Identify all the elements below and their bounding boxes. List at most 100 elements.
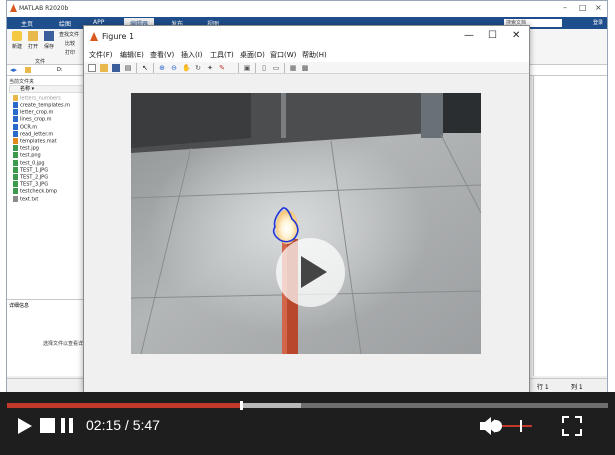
current-folder-title: 当前文件夹 [9, 79, 35, 85]
close-icon[interactable]: × [595, 3, 602, 12]
file-name: OCR.m [20, 124, 38, 131]
open-file-icon[interactable] [100, 64, 108, 72]
save-figure-icon[interactable] [112, 64, 120, 72]
file-group-label: 文件 [35, 59, 46, 65]
file-icon [13, 188, 18, 195]
menu-insert[interactable]: 插入(I) [181, 50, 203, 60]
menu-view[interactable]: 查看(V) [150, 50, 174, 60]
file-list-item[interactable]: TEST_2.JPG [13, 174, 48, 181]
file-list-item[interactable]: letter_crop.m [13, 109, 53, 116]
link-icon[interactable]: ▣ [243, 64, 251, 72]
time-display: 02:15 / 5:47 [86, 417, 160, 433]
file-list-item[interactable]: templates.mat [13, 138, 57, 145]
legend-icon[interactable]: ▭ [272, 64, 280, 72]
file-icon [13, 138, 18, 144]
pan-icon[interactable]: ✋ [182, 64, 191, 72]
login-link[interactable]: 登录 [593, 19, 603, 26]
save-button[interactable]: 保存 [42, 31, 56, 50]
data-cursor-icon[interactable]: ✦ [206, 64, 214, 72]
toolbar-separator [255, 63, 256, 73]
close-button[interactable]: ✕ [512, 30, 520, 41]
seek-bar[interactable] [7, 401, 608, 410]
file-icon [13, 181, 18, 188]
new-button[interactable]: 新建 [10, 31, 24, 50]
menu-desktop[interactable]: 桌面(D) [240, 50, 265, 60]
file-icon [13, 116, 18, 123]
folder-icon [13, 95, 18, 101]
find-files-button[interactable]: 查找文件 [59, 31, 79, 38]
brush-icon[interactable]: ✎ [218, 64, 226, 72]
maximize-icon[interactable]: □ [579, 3, 587, 12]
tab-home[interactable]: 主页 [21, 19, 33, 28]
hide-tools-icon[interactable]: ▦ [289, 64, 297, 72]
pointer-icon[interactable]: ↖ [141, 64, 149, 72]
back-icon[interactable]: ◂▸ [10, 66, 17, 74]
compare-button[interactable]: 比较 [65, 40, 75, 47]
folder-icon [28, 31, 38, 41]
colorbar-icon[interactable]: ▯ [260, 64, 268, 72]
menu-help[interactable]: 帮助(H) [302, 50, 327, 60]
stop-icon[interactable] [40, 418, 55, 433]
file-name: test.png [20, 152, 41, 159]
toolbar-separator [238, 63, 239, 73]
details-message: 选择文件以查看详 [43, 341, 84, 347]
maximize-button[interactable]: ☐ [488, 30, 497, 41]
file-list-item[interactable]: text.txt [13, 195, 39, 203]
big-play-button[interactable] [276, 238, 345, 307]
minimize-button[interactable]: — [464, 30, 474, 41]
zoom-in-icon[interactable]: ⊕ [158, 64, 166, 72]
menu-file[interactable]: 文件(F) [89, 50, 113, 60]
file-list-item[interactable]: OCR.m [13, 123, 38, 131]
file-list-item[interactable]: test_0.jpg [13, 159, 45, 167]
menu-edit[interactable]: 编辑(E) [120, 50, 144, 60]
file-icon [13, 123, 18, 130]
file-list-item[interactable]: read_letter.m [13, 130, 53, 138]
print-label: 打印 [65, 50, 76, 56]
volume-level [502, 425, 532, 427]
file-icon [13, 152, 18, 159]
file-list-item[interactable]: TEST_3.JPG [13, 181, 48, 188]
open-button[interactable]: 打开 [26, 31, 40, 50]
volume-control[interactable] [478, 416, 534, 436]
file-name: lines_crop.m [20, 116, 52, 123]
minimize-icon[interactable]: – [563, 3, 567, 12]
file-list-item[interactable]: test.jpg [13, 145, 39, 152]
play-icon[interactable] [16, 417, 34, 435]
pause-icon[interactable] [61, 418, 73, 433]
play-icon [301, 256, 327, 288]
folder-path[interactable]: D: [57, 67, 63, 73]
file-icon [13, 130, 18, 137]
figure-title: Figure 1 [102, 32, 135, 41]
matlab-titlebar: MATLAB R2020b – □ × [7, 1, 607, 17]
progress-bar [7, 403, 242, 408]
fullscreen-icon[interactable] [562, 416, 582, 436]
matlab-logo-icon [10, 4, 17, 12]
file-icon [13, 195, 18, 202]
file-name: text.txt [20, 196, 39, 203]
print-icon[interactable]: ▤ [124, 64, 132, 72]
figure-titlebar: Figure 1 — ☐ ✕ [84, 26, 529, 48]
new-figure-icon[interactable] [88, 64, 96, 72]
file-icon [13, 159, 18, 166]
screen: MATLAB R2020b – □ × 主页 绘图 APP 编辑器 发布 视图 … [0, 0, 615, 455]
zoom-out-icon[interactable]: ⊖ [170, 64, 178, 72]
file-list-item[interactable]: lines_crop.m [13, 116, 52, 123]
menu-window[interactable]: 窗口(W) [270, 50, 296, 60]
file-list-item[interactable]: test.png [13, 152, 41, 159]
menu-tools[interactable]: 工具(T) [210, 50, 234, 60]
rotate-icon[interactable]: ↻ [194, 64, 202, 72]
file-list-item[interactable]: create_templates.m [13, 102, 70, 109]
folder-item[interactable]: letters_numbers [13, 95, 61, 102]
name-column-header[interactable]: 名称 ▾ [9, 85, 85, 93]
new-label: 新建 [11, 44, 22, 50]
seek-handle[interactable] [240, 401, 244, 410]
file-list-item[interactable]: TEST_1.JPG [13, 166, 48, 174]
print-button[interactable]: 打印 [65, 49, 75, 56]
matlab-logo-icon [90, 32, 98, 41]
file-icon [13, 145, 18, 152]
tab-plots[interactable]: 绘图 [59, 19, 71, 28]
video-frame-image [131, 93, 481, 354]
folder-up-icon[interactable] [25, 67, 31, 73]
file-list-item[interactable]: testcheck.bmp [13, 188, 57, 195]
show-tools-icon[interactable]: ▩ [301, 64, 309, 72]
